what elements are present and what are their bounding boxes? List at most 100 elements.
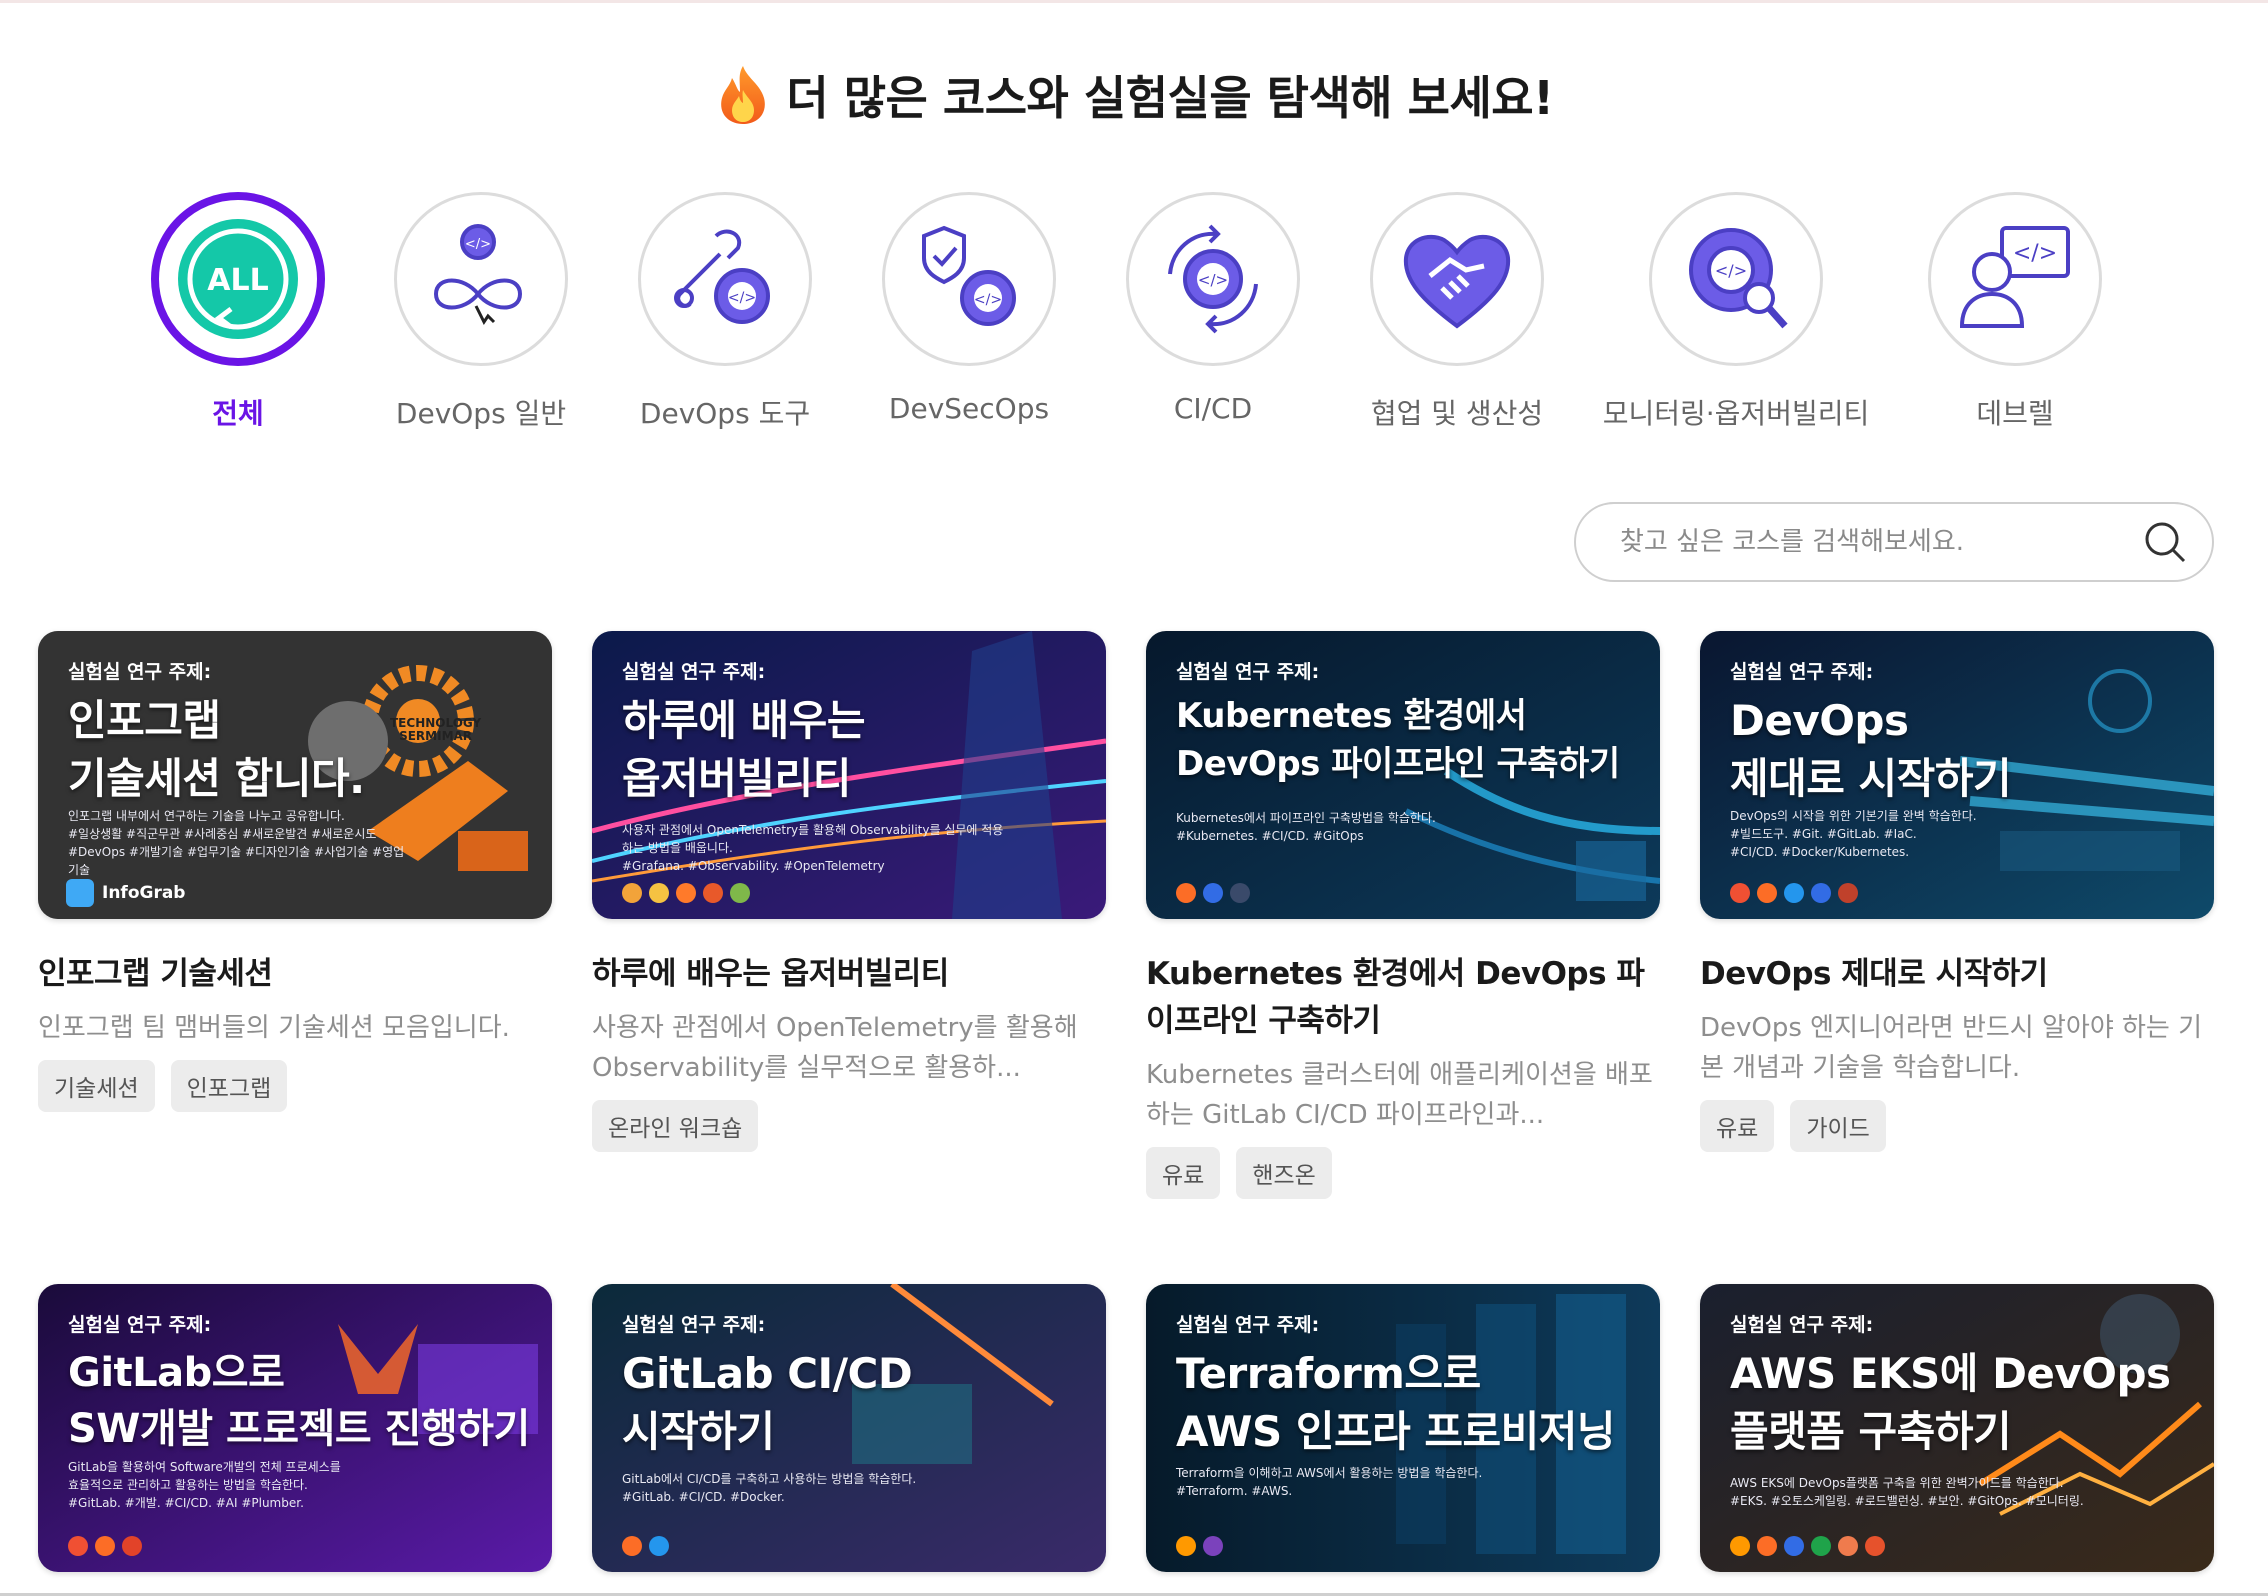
person-code-icon: </> [1959, 226, 2070, 328]
thumbnail-eyebrow: 실험실 연구 주제: [1176, 661, 1320, 683]
thumbnail-desc: AWS EKS에 DevOps플랫폼 구축을 위한 완벽가이드를 학습한다. #… [1730, 1476, 2084, 1508]
course-search[interactable] [1574, 502, 2214, 582]
course-card[interactable]: 실험실 연구 주제: Kubernetes 환경에서 DevOps 파이프라인 … [1146, 631, 1660, 1199]
kubernetes-logo-icon [1203, 883, 1223, 903]
tool-logo-icon [703, 883, 723, 903]
course-thumbnail[interactable]: 실험실 연구 주제: Kubernetes 환경에서 DevOps 파이프라인 … [1146, 631, 1660, 919]
gitlab-logo-icon [122, 1536, 142, 1556]
cicd-cycle-icon: </> [1168, 224, 1258, 334]
thumbnail-desc: Kubernetes에서 파이프라인 구축방법을 학습한다. #Kubernet… [1176, 811, 1436, 843]
tag[interactable]: 유료 [1700, 1100, 1775, 1152]
thumbnail-eyebrow: 실험실 연구 주제: [1176, 1314, 1320, 1336]
svg-text:</>: </> [2013, 241, 2057, 266]
tag[interactable]: 가이드 [1790, 1100, 1886, 1152]
course-card[interactable]: 실험실 연구 주제: DevOps 제대로 시작하기 DevOps의 시작을 위… [1700, 631, 2214, 1152]
category-label: DevSecOps [888, 392, 1050, 425]
infograb-logo-icon [66, 879, 94, 907]
search-input[interactable] [1618, 526, 2142, 558]
git-logo-icon [1730, 883, 1750, 903]
category-devops-general-circle[interactable]: </> [394, 192, 568, 366]
category-devsecops-circle[interactable]: </> [882, 192, 1056, 366]
top-divider [0, 0, 2268, 3]
thumbnail-title: Kubernetes 환경에서 DevOps 파이프라인 구축하기 [1176, 696, 1620, 784]
course-card[interactable]: 실험실 연구 주제: 하루에 배우는 옵저버빌리티 사용자 관점에서 OpenT… [592, 631, 1106, 1152]
category-all-circle[interactable]: ALL [151, 192, 325, 366]
gitlab-logo-icon [1176, 883, 1196, 903]
search-icon[interactable] [2142, 519, 2188, 565]
tool-logos [1176, 1536, 1223, 1556]
course-thumbnail[interactable]: 실험실 연구 주제: GitLab으로 SW개발 프로젝트 진행하기 GitLa… [38, 1284, 552, 1572]
category-devrel[interactable]: </> 데브렐 [1855, 192, 2175, 432]
gitlab-logo-icon [95, 1536, 115, 1556]
category-collaboration[interactable]: 협업 및 생산성 [1297, 192, 1617, 432]
tag[interactable]: 인포그랩 [170, 1060, 288, 1112]
course-card[interactable]: 실험실 연구 주제: AWS EKS에 DevOps 플랫폼 구축하기 AWS … [1700, 1284, 2214, 1572]
thumbnail-desc: 사용자 관점에서 OpenTelemetry를 활용해 Observabilit… [622, 823, 1004, 873]
gear-magnifier-icon: </> [1689, 228, 1788, 329]
shield-gear-icon: </> [922, 225, 1016, 326]
docker-logo-icon [649, 1536, 669, 1556]
thumbnail-desc: GitLab을 활용하여 Software개발의 전체 프로세스를 효율적으로 … [68, 1460, 341, 1510]
thumbnail-eyebrow: 실험실 연구 주제: [622, 661, 766, 683]
course-card[interactable]: 실험실 연구 주제: 인포그랩 기술세션 합니다. 인포그랩 내부에서 연구하는… [38, 631, 552, 1112]
fire-icon [721, 66, 766, 124]
course-title[interactable]: 하루에 배우는 옵저버빌리티 [592, 951, 1106, 998]
course-title[interactable]: Kubernetes 환경에서 DevOps 파이프라인 구축하기 [1146, 951, 1660, 1045]
tag[interactable]: 온라인 워크숍 [592, 1100, 759, 1152]
category-label: DevOps 일반 [395, 397, 567, 430]
course-thumbnail[interactable]: 실험실 연구 주제: GitLab CI/CD 시작하기 GitLab에서 CI… [592, 1284, 1106, 1572]
category-label: DevOps 도구 [639, 397, 811, 430]
category-label: CI/CD [1173, 392, 1253, 425]
tool-logos [68, 1536, 142, 1556]
thumbnail-eyebrow: 실험실 연구 주제: [622, 1314, 766, 1336]
thumbnail-title: 인포그랩 기술세션 합니다. [68, 696, 365, 803]
course-title[interactable]: DevOps 제대로 시작하기 [1700, 951, 2214, 998]
thumbnail-title: GitLab CI/CD 시작하기 [622, 1349, 913, 1456]
section-heading: 더 많은 코스와 실험실을 탐색해 보세요! [0, 62, 2268, 128]
tag[interactable]: 기술세션 [38, 1060, 155, 1112]
thumbnail-desc: GitLab에서 CI/CD를 구축하고 사용하는 방법을 학습한다. #Git… [622, 1472, 917, 1504]
wrench-gear-icon: </> [674, 229, 770, 324]
course-title[interactable]: 인포그랩 기술세션 [38, 951, 552, 998]
course-desc: Kubernetes 클러스터에 애플리케이션을 배포하는 GitLab CI/… [1146, 1060, 1653, 1130]
course-thumbnail[interactable]: 실험실 연구 주제: 인포그랩 기술세션 합니다. 인포그랩 내부에서 연구하는… [38, 631, 552, 919]
aws-logo-icon [1730, 1536, 1750, 1556]
gitlab-logo-icon [1757, 883, 1777, 903]
tag[interactable]: 유료 [1146, 1147, 1221, 1199]
git-logo-icon [68, 1536, 88, 1556]
thumbnail-desc: DevOps의 시작을 위한 기본기를 완벽 학습한다. #빌드도구. #Git… [1730, 809, 1977, 859]
tool-logo-icon [622, 883, 642, 903]
course-thumbnail[interactable]: 실험실 연구 주제: AWS EKS에 DevOps 플랫폼 구축하기 AWS … [1700, 1284, 2214, 1572]
tag[interactable]: 핸즈온 [1236, 1147, 1332, 1199]
svg-text:</>: </> [1198, 271, 1228, 289]
course-desc: 사용자 관점에서 OpenTelemetry를 활용해 Observabilit… [592, 1013, 1078, 1083]
svg-text:</>: </> [728, 290, 756, 306]
nginx-logo-icon [1811, 1536, 1831, 1556]
thumbnail-title: GitLab으로 SW개발 프로젝트 진행하기 [68, 1350, 530, 1452]
course-thumbnail[interactable]: 실험실 연구 주제: 하루에 배우는 옵저버빌리티 사용자 관점에서 OpenT… [592, 631, 1106, 919]
tool-logos [1176, 883, 1250, 903]
prometheus-logo-icon [1865, 1536, 1885, 1556]
thumbnail-side-text: TECHNOLOGY SERMIMAR [390, 716, 482, 743]
course-thumbnail[interactable]: 실험실 연구 주제: DevOps 제대로 시작하기 DevOps의 시작을 위… [1700, 631, 2214, 919]
category-monitoring-circle[interactable]: </> [1649, 192, 1823, 366]
category-collaboration-circle[interactable] [1370, 192, 1544, 366]
category-devops-tools-circle[interactable]: </> [638, 192, 812, 366]
course-thumbnail[interactable]: 실험실 연구 주제: Terraform으로 AWS 인프라 프로비저닝 Ter… [1146, 1284, 1660, 1572]
infograb-logo: InfoGrab [66, 879, 185, 907]
svg-text:</>: </> [974, 292, 1002, 308]
thumbnail-eyebrow: 실험실 연구 주제: [1730, 1314, 1874, 1336]
tool-logo-icon [649, 883, 669, 903]
tag-list: 기술세션 인포그랩 [38, 1060, 552, 1112]
gitlab-logo-icon [622, 1536, 642, 1556]
tool-logo-icon [730, 883, 750, 903]
thumbnail-eyebrow: 실험실 연구 주제: [1730, 661, 1874, 683]
course-card[interactable]: 실험실 연구 주제: Terraform으로 AWS 인프라 프로비저닝 Ter… [1146, 1284, 1660, 1572]
course-card[interactable]: 실험실 연구 주제: GitLab CI/CD 시작하기 GitLab에서 CI… [592, 1284, 1106, 1572]
course-card[interactable]: 실험실 연구 주제: GitLab으로 SW개발 프로젝트 진행하기 GitLa… [38, 1284, 552, 1572]
category-monitoring[interactable]: </> 모니터링·옵저버빌리티 [1576, 192, 1896, 432]
thumbnail-title: 하루에 배우는 옵저버빌리티 [622, 696, 865, 803]
category-devrel-circle[interactable]: </> [1928, 192, 2102, 366]
category-cicd-circle[interactable]: </> [1126, 192, 1300, 366]
category-label: 협업 및 생산성 [1370, 397, 1544, 430]
